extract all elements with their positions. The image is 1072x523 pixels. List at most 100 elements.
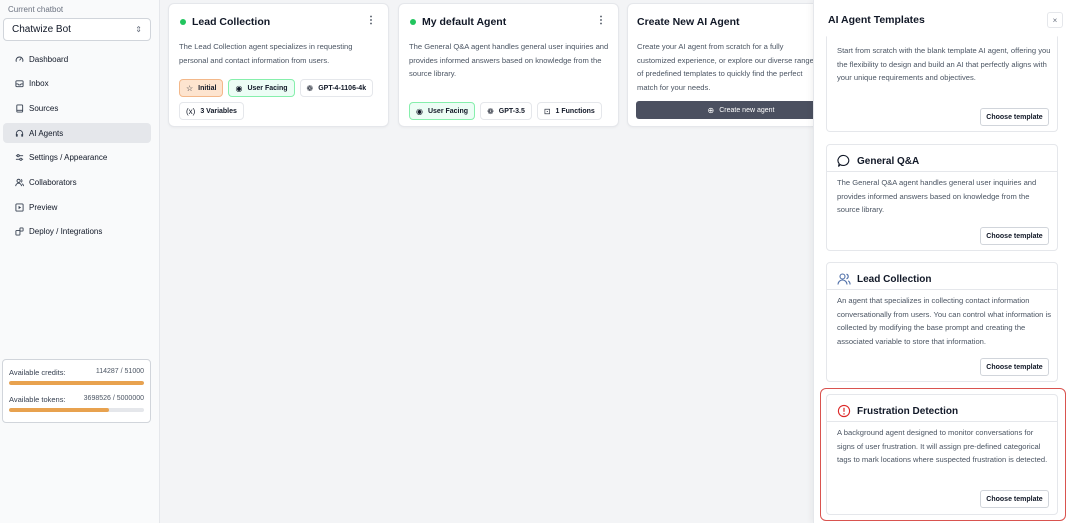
chatbot-select[interactable]: Chatwize Bot ⇕ [3,18,151,41]
agent-card-default[interactable]: My default Agent ⋮ The General Q&A agent… [398,3,619,127]
credits-label: Available credits: [9,368,66,377]
choose-template-label: Choose template [986,232,1043,240]
plug-icon [14,227,24,237]
badge-label: GPT-4-1106-4k [318,84,367,92]
template-card-general-qa: General Q&A The General Q&A agent handle… [826,144,1058,251]
badge-label: Initial [198,84,217,92]
sliders-icon [14,153,24,163]
templates-panel: AI Agent Templates × Start from scratch … [813,0,1072,523]
credits-progress-bar [9,381,144,385]
create-agent-title: Create New AI Agent [637,16,740,28]
alert-circle-icon [837,404,851,418]
template-title-row: General Q&A [837,154,919,168]
sidebar-item-dashboard[interactable]: Dashboard [3,49,151,69]
headset-icon [14,128,24,138]
current-chatbot-label: Current chatbot [8,5,64,14]
tokens-progress-bar [9,408,144,412]
tokens-value: 3698526 / 5000000 [83,395,144,402]
function-icon: ⊡ [543,106,551,116]
chevron-updown-icon: ⇕ [135,24,142,34]
template-title: Lead Collection [857,273,932,285]
variable-icon: (x) [186,106,196,116]
credits-row: Available credits: 114287 / 51000 [9,368,144,377]
choose-template-button[interactable]: Choose template [980,490,1049,508]
sidebar-item-inbox[interactable]: Inbox [3,74,151,94]
sidebar-item-label: AI Agents [29,128,64,138]
tokens-progress-fill [9,408,109,412]
agent-card-badges: ◉ User Facing ❁ GPT-3.5 ⊡ 1 Functions [409,102,618,120]
star-icon: ☆ [186,83,194,93]
play-icon [14,202,24,212]
more-vertical-icon[interactable]: ⋮ [596,16,606,26]
template-divider [827,289,1057,290]
file-icon [14,103,24,113]
choose-template-button[interactable]: Choose template [980,108,1049,126]
badge-user-facing: ◉ User Facing [228,79,295,97]
badge-initial: ☆ Initial [179,79,224,97]
sidebar-item-deploy[interactable]: Deploy / Integrations [3,222,151,242]
sidebar-item-preview[interactable]: Preview [3,197,151,217]
active-status-dot [410,19,416,25]
sidebar: Current chatbot Chatwize Bot ⇕ Dashboard… [0,0,160,523]
badge-label: 3 Variables [200,107,237,115]
model-icon: ❁ [487,106,494,116]
template-title-row: Lead Collection [837,272,931,286]
template-card-blank: Start from scratch with the blank templa… [826,36,1058,132]
agent-card-description: The General Q&A agent handles general us… [409,42,609,78]
agent-card-lead-collection[interactable]: Lead Collection ⋮ The Lead Collection ag… [168,3,389,127]
template-card-frustration-detection: Frustration Detection A background agent… [826,394,1058,515]
eye-icon: ◉ [416,106,423,116]
gauge-icon [14,54,24,64]
choose-template-label: Choose template [986,495,1043,503]
template-card-lead-collection: Lead Collection An agent that specialize… [826,262,1058,382]
template-description: An agent that specializes in collecting … [837,296,1051,346]
template-description: Start from scratch with the blank templa… [837,46,1051,83]
users-icon [837,272,851,286]
template-description: A background agent designed to monitor c… [837,428,1048,465]
agent-card-badges: ☆ Initial ◉ User Facing ❁ GPT-4-1106-4k (x)… [179,79,388,120]
choose-template-button[interactable]: Choose template [980,358,1049,376]
sidebar-item-label: Collaborators [29,177,77,187]
agent-card-title: My default Agent [422,16,507,28]
chatbot-select-value: Chatwize Bot [12,24,71,35]
create-new-agent-button[interactable]: ⊕ Create new agent [636,101,826,119]
template-description: The General Q&A agent handles general us… [837,178,1037,215]
active-status-dot [180,19,186,25]
badge-model: ❁ GPT-3.5 [480,102,532,120]
badge-label: 1 Functions [555,107,595,115]
users-icon [14,177,24,187]
choose-template-button[interactable]: Choose template [980,227,1049,245]
badge-label: User Facing [247,84,288,92]
close-glyph: × [1052,15,1058,25]
agent-card-title-row: Lead Collection [179,16,270,28]
eye-icon: ◉ [235,83,243,93]
sidebar-item-sources[interactable]: Sources [3,98,151,118]
inbox-icon [14,79,24,89]
choose-template-label: Choose template [986,363,1043,371]
sidebar-item-label: Inbox [29,79,49,89]
sidebar-item-ai-agents[interactable]: AI Agents [3,123,151,144]
chat-bubble-icon [837,154,851,168]
badge-model: ❁ GPT-4-1106-4k [299,79,374,97]
sidebar-item-label: Deploy / Integrations [29,227,103,237]
sidebar-item-collaborators[interactable]: Collaborators [3,172,151,192]
close-icon[interactable]: × [1047,12,1063,28]
sidebar-item-label: Sources [29,103,59,113]
badge-user-facing: ◉ User Facing [409,102,476,120]
choose-template-label: Choose template [986,113,1043,121]
sidebar-nav: Dashboard Inbox Sources AI Agents Settin… [3,49,151,247]
create-agent-description: Create your AI agent from scratch for a … [637,42,814,92]
more-vertical-icon[interactable]: ⋮ [366,16,376,26]
agent-card-description: The Lead Collection agent specializes in… [179,42,353,65]
badge-variables: (x) 3 Variables [179,102,244,120]
credits-value: 114287 / 51000 [95,368,144,375]
template-divider [827,421,1057,422]
sidebar-item-label: Preview [29,202,58,212]
plus-circle-icon: ⊕ [707,105,715,115]
agent-card-title-row: My default Agent [409,16,506,28]
badge-label: GPT-3.5 [498,107,525,115]
credits-progress-fill [9,381,144,385]
sidebar-item-settings[interactable]: Settings / Appearance [3,148,151,168]
create-new-agent-label: Create new agent [719,106,775,114]
template-divider [827,171,1057,172]
